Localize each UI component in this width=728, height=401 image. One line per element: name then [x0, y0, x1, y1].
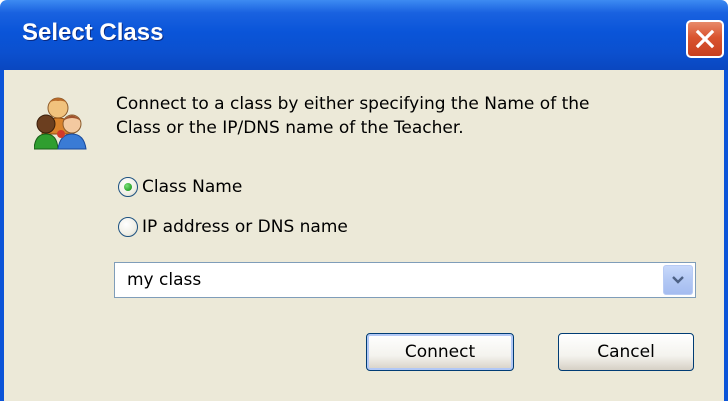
close-button[interactable] [686, 20, 724, 58]
radio-class-name[interactable]: Class Name [118, 175, 242, 199]
instructions-line-2: Class or the IP/DNS name of the Teacher. [116, 118, 464, 138]
users-icon [34, 97, 87, 150]
instructions-line-1: Connect to a class by either specifying … [116, 94, 590, 114]
radio-ip-address-label[interactable]: IP address or DNS name [142, 217, 348, 237]
title-bar[interactable]: Select Class [0, 0, 728, 70]
dropdown-button[interactable] [663, 265, 693, 295]
class-name-combobox[interactable]: my class [114, 262, 696, 298]
connect-button[interactable]: Connect [366, 333, 514, 371]
instructions-text: Connect to a class by either specifying … [116, 92, 696, 140]
chevron-down-icon [672, 276, 684, 284]
combobox-value[interactable]: my class [127, 270, 201, 290]
select-class-dialog: Select Class Connect to a class by eithe… [0, 0, 728, 401]
radio-ip-address[interactable]: IP address or DNS name [118, 215, 348, 239]
radio-button-checked[interactable] [118, 177, 138, 197]
radio-class-name-label[interactable]: Class Name [142, 177, 242, 197]
radio-button-unchecked[interactable] [118, 217, 138, 237]
cancel-button[interactable]: Cancel [558, 333, 694, 371]
close-icon [695, 29, 715, 49]
window-title: Select Class [22, 19, 164, 46]
